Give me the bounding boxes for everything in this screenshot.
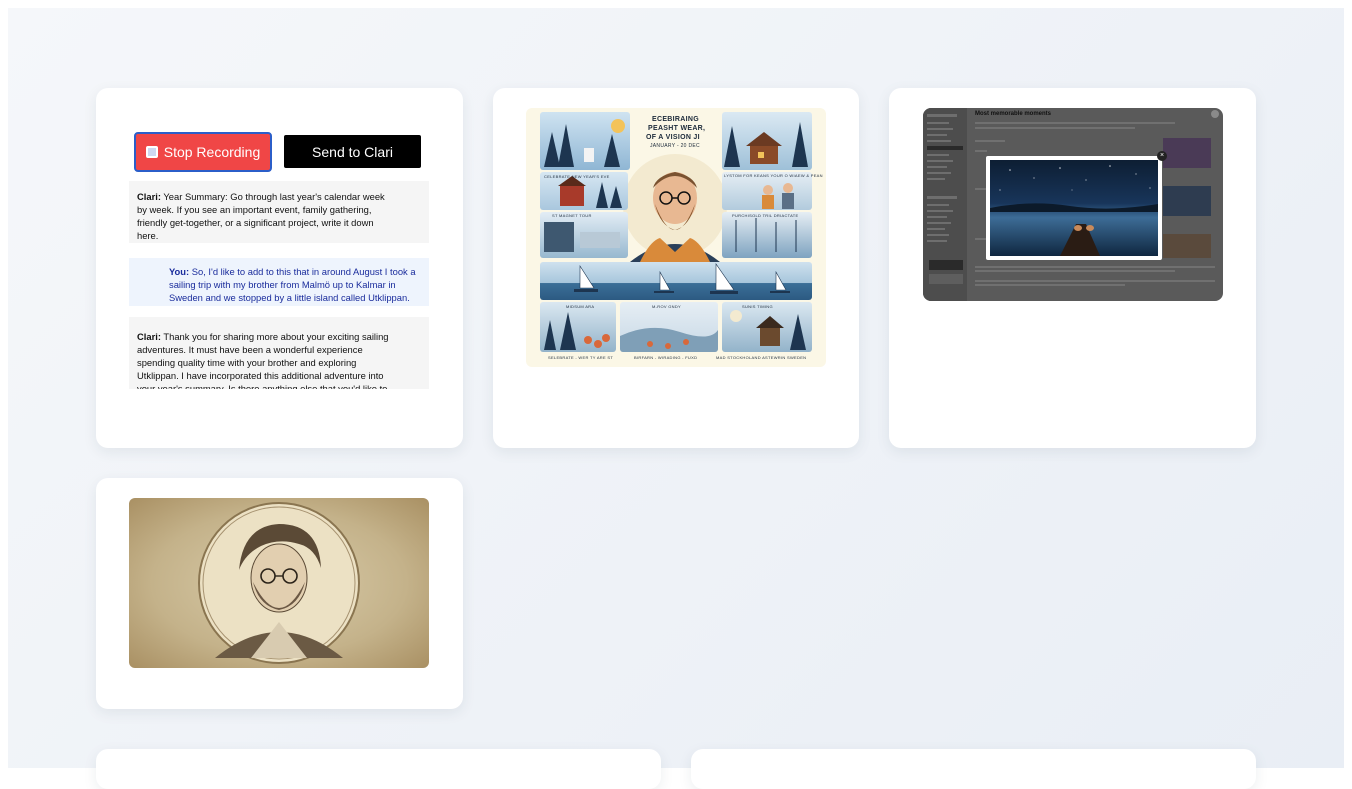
label-bottom-left: MIDSUM ARA <box>566 304 595 309</box>
poster-card[interactable]: ECEBIRAING PEASHT WEAR, OF A VISION JI J… <box>493 88 859 448</box>
label-harbor: PURCHISOLD TRIL DRIACTATE <box>732 213 799 218</box>
label-bottom-mid: M-ROV GNDY <box>652 304 681 309</box>
speaker-name: You: <box>169 266 190 277</box>
send-to-clari-button[interactable]: Send to Clari <box>284 135 421 168</box>
winter-scene <box>540 112 630 170</box>
thumbnail-photo-modal: × <box>986 151 1167 260</box>
bearded-man-portrait <box>623 154 727 262</box>
poster-title-3: OF A VISION JI <box>646 134 700 141</box>
chat-transcript[interactable]: Clari: Year Summary: Go through last yea… <box>129 181 429 389</box>
cabin-scene <box>722 112 812 170</box>
clari-message: Clari: Thank you for sharing more about … <box>129 317 429 389</box>
poster-title-2: PEASHT WEAR, <box>648 125 706 132</box>
label-friends: LYSTOM FOR KEANS YOUR O WIAEW & PEAN <box>724 173 823 178</box>
speaker-name: Clari: <box>137 191 161 202</box>
portrait-card[interactable] <box>96 478 463 709</box>
user-message: You: So, I'd like to add to this that in… <box>129 258 429 306</box>
footer-right: MAD STOCKHOLAND ASTEWRIN SWEDEN <box>716 355 807 360</box>
night-lake-photo <box>990 160 1158 256</box>
footer-left: SELEBRATE - WER TY ARE ST <box>548 355 614 360</box>
message-text: So, I'd like to add to this that in arou… <box>169 266 416 303</box>
chat-card: Stop Recording Send to Clari Clari: Year… <box>96 88 463 448</box>
screenshot-card[interactable]: Most memorable moments × <box>889 88 1256 448</box>
thumbnail-sidebar <box>923 108 967 301</box>
house-scene <box>722 302 812 352</box>
modal-close-icon: × <box>1157 151 1167 161</box>
lower-card-right[interactable] <box>691 749 1256 789</box>
speaker-name: Clari: <box>137 331 161 342</box>
message-text: Thank you for sharing more about your ex… <box>137 331 389 389</box>
stop-square-icon <box>145 146 158 158</box>
thumbnail-heading: Most memorable moments <box>975 111 1052 117</box>
marina-scene <box>722 212 812 258</box>
island-scene <box>620 302 718 352</box>
app-screenshot-thumbnail: Most memorable moments × <box>923 108 1223 301</box>
sailing-scene <box>540 262 812 300</box>
clari-message: Clari: Year Summary: Go through last yea… <box>129 181 429 243</box>
label-bottom-right: SUNIS TIMING <box>742 304 773 309</box>
stop-recording-label: Stop Recording <box>163 144 261 160</box>
stop-recording-button[interactable]: Stop Recording <box>134 132 272 172</box>
label-cabin: ST MAGNET TOUR <box>552 213 592 218</box>
harbor-scene <box>540 212 628 258</box>
midsummer-scene <box>540 302 616 352</box>
footer-mid: BIRFARN - WIRADING - FUXD <box>634 355 698 360</box>
gallery-canvas: Stop Recording Send to Clari Clari: Year… <box>8 8 1344 789</box>
message-text: Year Summary: Go through last year's cal… <box>137 191 385 241</box>
vintage-portrait-image <box>129 498 429 668</box>
label-new-year: CELEBRATE NEW YEAR'S EVE <box>544 174 610 179</box>
thumbnail-close-icon <box>1211 110 1219 118</box>
poster-title-1: ECEBIRAING <box>652 116 699 123</box>
year-poster-image: ECEBIRAING PEASHT WEAR, OF A VISION JI J… <box>526 108 826 367</box>
lower-card-left[interactable] <box>96 749 661 789</box>
